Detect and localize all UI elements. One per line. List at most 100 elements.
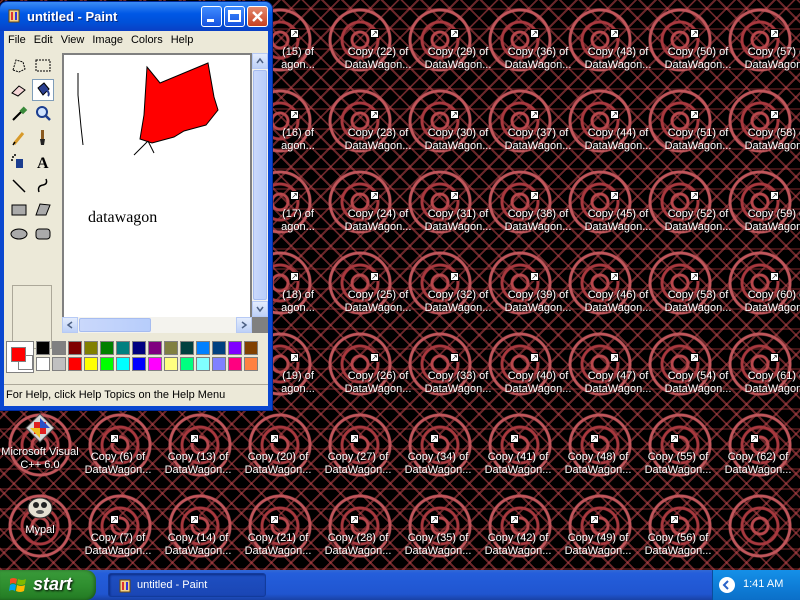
desktop-shortcut[interactable]: ↗ Copy (32) of DataWagon... <box>418 265 498 346</box>
desktop-shortcut[interactable]: ↗ Copy (52) of DataWagon... <box>658 184 738 265</box>
palette-swatch[interactable] <box>52 357 66 371</box>
desktop-shortcut[interactable]: ↗ Copy (29) of DataWagon... <box>418 22 498 103</box>
menu-colors[interactable]: Colors <box>127 31 167 46</box>
polygon-tool[interactable] <box>32 199 54 221</box>
palette-swatch[interactable] <box>180 357 194 371</box>
desktop-shortcut[interactable]: ↗ Copy (20) of DataWagon... <box>238 427 318 508</box>
color-picker-tool[interactable] <box>8 103 30 125</box>
desktop-shortcut[interactable]: ↗ Copy (22) of DataWagon... <box>338 22 418 103</box>
desktop-shortcut[interactable]: ↗ Copy (47) of DataWagon... <box>578 346 658 427</box>
desktop-shortcut[interactable]: ↗ Copy (42) of DataWagon... <box>478 508 558 570</box>
scroll-right-button[interactable] <box>236 317 252 333</box>
palette-swatch[interactable] <box>244 341 258 355</box>
desktop-shortcut[interactable]: ↗ Copy (59) of DataWagon... <box>738 184 800 265</box>
desktop-shortcut[interactable]: ↗ Copy (43) of DataWagon... <box>578 22 658 103</box>
desktop-shortcut[interactable]: ↗ Copy (21) of DataWagon... <box>238 508 318 570</box>
desktop-shortcut[interactable]: ↗ Copy (46) of DataWagon... <box>578 265 658 346</box>
desktop-shortcut[interactable]: ↗ Copy (48) of DataWagon... <box>558 427 638 508</box>
pencil-tool[interactable] <box>8 127 30 149</box>
paint-window[interactable]: untitled - Paint File Edit View Image Colors… <box>0 2 272 410</box>
line-tool[interactable] <box>8 175 30 197</box>
desktop-app-icon[interactable]: Mypal <box>0 490 80 537</box>
rectangle-tool[interactable] <box>8 199 30 221</box>
rect-select-tool[interactable] <box>32 55 54 77</box>
palette-swatch[interactable] <box>116 341 130 355</box>
desktop-shortcut[interactable]: ↗ Copy (38) of DataWagon... <box>498 184 578 265</box>
palette-swatch[interactable] <box>84 357 98 371</box>
drawing-canvas[interactable]: datawagon <box>64 55 250 317</box>
airbrush-tool[interactable] <box>8 151 30 173</box>
ellipse-tool[interactable] <box>8 223 30 245</box>
palette-swatch[interactable] <box>180 341 194 355</box>
palette-swatch[interactable] <box>36 357 50 371</box>
menu-image[interactable]: Image <box>88 31 127 46</box>
desktop-shortcut[interactable]: ↗ Copy (55) of DataWagon... <box>638 427 718 508</box>
palette-swatch[interactable] <box>196 341 210 355</box>
horizontal-scrollbar[interactable] <box>62 317 252 333</box>
desktop-shortcut[interactable]: ↗ Copy (61) of DataWagon... <box>738 346 800 427</box>
curve-tool[interactable] <box>32 175 54 197</box>
desktop-shortcut[interactable]: ↗ Copy (40) of DataWagon... <box>498 346 578 427</box>
menu-file[interactable]: File <box>4 31 30 46</box>
desktop-shortcut[interactable]: ↗ Copy (25) of DataWagon... <box>338 265 418 346</box>
palette-swatch[interactable] <box>164 341 178 355</box>
palette-swatch[interactable] <box>196 357 210 371</box>
palette-swatch[interactable] <box>228 341 242 355</box>
palette-swatch[interactable] <box>36 341 50 355</box>
palette-swatch[interactable] <box>68 357 82 371</box>
desktop-shortcut[interactable]: ↗ Copy (35) of DataWagon... <box>398 508 478 570</box>
desktop-shortcut[interactable]: ↗ Copy (27) of DataWagon... <box>318 427 398 508</box>
fill-tool[interactable] <box>32 79 54 101</box>
maximize-button[interactable] <box>224 6 245 27</box>
close-button[interactable] <box>247 6 268 27</box>
desktop-shortcut[interactable]: ↗ Copy (37) of DataWagon... <box>498 103 578 184</box>
brush-tool[interactable] <box>32 127 54 149</box>
menu-view[interactable]: View <box>57 31 89 46</box>
palette-swatch[interactable] <box>148 357 162 371</box>
desktop-shortcut[interactable]: ↗ Copy (51) of DataWagon... <box>658 103 738 184</box>
desktop-shortcut[interactable]: ↗ Copy (34) of DataWagon... <box>398 427 478 508</box>
palette-swatch[interactable] <box>116 357 130 371</box>
show-hidden-icons-button[interactable] <box>719 577 735 593</box>
desktop-app-icon[interactable]: Microsoft Visual C++ 6.0 <box>0 412 80 472</box>
desktop-shortcut[interactable]: ↗ Copy (28) of DataWagon... <box>318 508 398 570</box>
scroll-down-button[interactable] <box>252 301 268 317</box>
desktop-shortcut[interactable]: ↗ Copy (44) of DataWagon... <box>578 103 658 184</box>
palette-swatch[interactable] <box>212 357 226 371</box>
free-select-tool[interactable] <box>8 55 30 77</box>
vertical-scrollbar[interactable] <box>252 53 268 317</box>
desktop-shortcut[interactable]: ↗ Copy (50) of DataWagon... <box>658 22 738 103</box>
desktop-shortcut[interactable]: ↗ Copy (14) of DataWagon... <box>158 508 238 570</box>
start-button[interactable]: start <box>0 570 96 600</box>
current-colors[interactable] <box>6 341 34 373</box>
palette-swatch[interactable] <box>132 357 146 371</box>
title-bar[interactable]: untitled - Paint <box>0 2 272 31</box>
desktop-shortcut[interactable]: ↗ Copy (30) of DataWagon... <box>418 103 498 184</box>
desktop-shortcut[interactable]: ↗ Copy (60) of DataWagon... <box>738 265 800 346</box>
menu-edit[interactable]: Edit <box>30 31 57 46</box>
desktop-shortcut[interactable]: ↗ Copy (13) of DataWagon... <box>158 427 238 508</box>
palette-swatch[interactable] <box>212 341 226 355</box>
palette-swatch[interactable] <box>84 341 98 355</box>
desktop-shortcut[interactable]: ↗ Copy (7) of DataWagon... <box>78 508 158 570</box>
desktop-shortcut[interactable]: ↗ Copy (31) of DataWagon... <box>418 184 498 265</box>
desktop-shortcut[interactable]: ↗ Copy (53) of DataWagon... <box>658 265 738 346</box>
palette-swatch[interactable] <box>52 341 66 355</box>
desktop-shortcut[interactable]: ↗ Copy (26) of DataWagon... <box>338 346 418 427</box>
desktop-shortcut[interactable]: ↗ Copy (33) of DataWagon... <box>418 346 498 427</box>
taskbar-button-paint[interactable]: untitled - Paint <box>108 573 266 597</box>
desktop-shortcut[interactable]: ↗ Copy (41) of DataWagon... <box>478 427 558 508</box>
vertical-scroll-thumb[interactable] <box>253 70 267 300</box>
desktop-shortcut[interactable]: ↗ Copy (54) of DataWagon... <box>658 346 738 427</box>
desktop-shortcut[interactable]: ↗ Copy (57) of DataWagon... <box>738 22 800 103</box>
palette-swatch[interactable] <box>132 341 146 355</box>
horizontal-scroll-thumb[interactable] <box>79 318 151 332</box>
desktop-shortcut[interactable]: ↗ Copy (6) of DataWagon... <box>78 427 158 508</box>
desktop-shortcut[interactable]: ↗ Copy (58) of DataWagon... <box>738 103 800 184</box>
desktop-shortcut[interactable]: ↗ Copy (36) of DataWagon... <box>498 22 578 103</box>
palette-swatch[interactable] <box>100 357 114 371</box>
palette-swatch[interactable] <box>68 341 82 355</box>
palette-swatch[interactable] <box>244 357 258 371</box>
palette-swatch[interactable] <box>228 357 242 371</box>
desktop-shortcut[interactable]: ↗ Copy (49) of DataWagon... <box>558 508 638 570</box>
